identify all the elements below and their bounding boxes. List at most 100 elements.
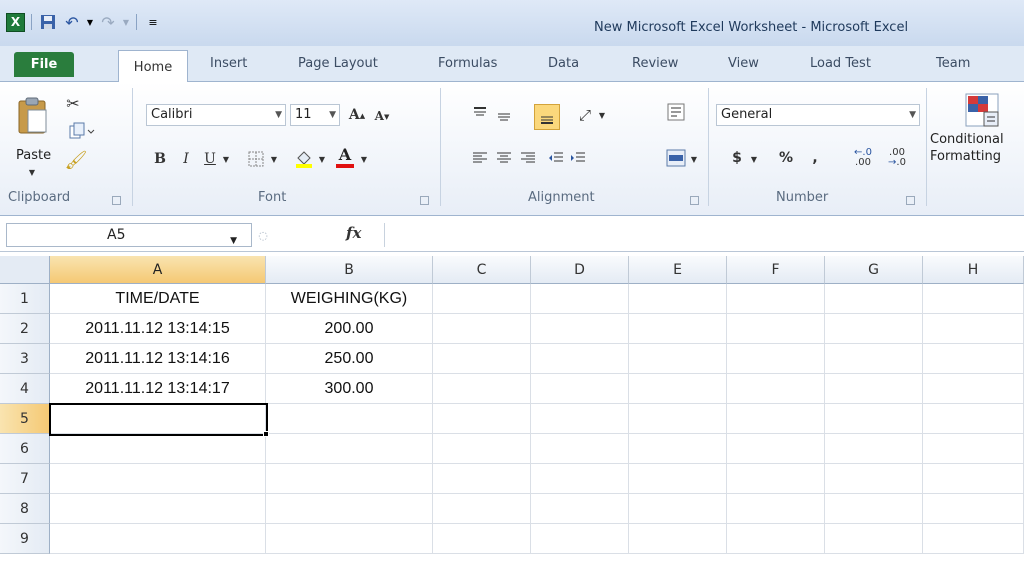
cell-b3[interactable]: 250.00 <box>266 344 433 374</box>
grid-cell[interactable] <box>923 344 1024 374</box>
cell-a4[interactable]: 2011.11.12 13:14:17 <box>50 374 266 404</box>
bold-button[interactable]: B <box>150 148 170 170</box>
font-name-combo[interactable]: Calibri ▼ <box>146 104 286 126</box>
orientation-icon[interactable]: ⤢ <box>574 104 596 126</box>
grid-cell[interactable] <box>825 464 923 494</box>
grid-cell[interactable] <box>825 374 923 404</box>
align-center-icon[interactable] <box>494 148 514 168</box>
row-header-7[interactable]: 7 <box>0 464 50 494</box>
cell-b2[interactable]: 200.00 <box>266 314 433 344</box>
grid-cell[interactable] <box>923 524 1024 554</box>
merge-center-icon[interactable] <box>664 146 688 170</box>
save-icon[interactable] <box>38 12 58 32</box>
grid-cell[interactable] <box>629 344 727 374</box>
grid-cell[interactable] <box>433 344 531 374</box>
grid-cell[interactable] <box>266 464 433 494</box>
number-launcher-icon[interactable] <box>906 196 915 205</box>
row-header-5[interactable]: 5 <box>0 404 50 434</box>
column-header-b[interactable]: B <box>266 256 433 284</box>
insert-function-icon[interactable]: fx <box>346 224 361 242</box>
grid-cell[interactable] <box>50 464 266 494</box>
column-header-d[interactable]: D <box>531 256 629 284</box>
chevron-down-icon[interactable]: ▼ <box>230 230 237 252</box>
column-header-a[interactable]: A <box>50 256 266 284</box>
grid-cell[interactable] <box>825 314 923 344</box>
active-cell-a5[interactable] <box>49 403 268 436</box>
conditional-formatting-label-1[interactable]: Conditional <box>930 132 1004 147</box>
tab-home[interactable]: Home <box>118 50 188 83</box>
increase-indent-icon[interactable] <box>568 148 588 168</box>
decrease-indent-icon[interactable] <box>546 148 566 168</box>
number-format-combo[interactable]: General ▼ <box>716 104 920 126</box>
borders-dropdown-icon[interactable]: ▼ <box>268 152 280 166</box>
grid-cell[interactable] <box>923 434 1024 464</box>
copy-icon[interactable] <box>66 120 98 142</box>
grid-cell[interactable] <box>531 434 629 464</box>
column-header-h[interactable]: H <box>923 256 1024 284</box>
tab-page-layout[interactable]: Page Layout <box>298 56 378 71</box>
grid-cell[interactable] <box>433 464 531 494</box>
tab-insert[interactable]: Insert <box>210 56 247 71</box>
font-launcher-icon[interactable] <box>420 196 429 205</box>
grid-cell[interactable] <box>629 524 727 554</box>
grid-cell[interactable] <box>727 344 825 374</box>
cell-a2[interactable]: 2011.11.12 13:14:15 <box>50 314 266 344</box>
paste-button-label[interactable]: Paste <box>16 148 51 163</box>
grid-cell[interactable] <box>433 494 531 524</box>
grid-cell[interactable] <box>531 284 629 314</box>
row-header-1[interactable]: 1 <box>0 284 50 314</box>
grid-cell[interactable] <box>266 404 433 434</box>
row-header-8[interactable]: 8 <box>0 494 50 524</box>
grid-cell[interactable] <box>629 314 727 344</box>
grid-cell[interactable] <box>433 434 531 464</box>
grid-cell[interactable] <box>433 284 531 314</box>
cell-b1[interactable]: WEIGHING(KG) <box>266 284 433 314</box>
currency-dropdown-icon[interactable]: ▼ <box>748 152 760 166</box>
grid-cell[interactable] <box>825 524 923 554</box>
grid-cell[interactable] <box>629 494 727 524</box>
grid-cell[interactable] <box>727 524 825 554</box>
cut-icon[interactable]: ✂ <box>62 92 84 114</box>
grid-cell[interactable] <box>433 374 531 404</box>
cell-b4[interactable]: 300.00 <box>266 374 433 404</box>
grid-cell[interactable] <box>629 404 727 434</box>
tab-team[interactable]: Team <box>936 56 970 71</box>
column-header-c[interactable]: C <box>433 256 531 284</box>
row-header-9[interactable]: 9 <box>0 524 50 554</box>
grid-cell[interactable] <box>727 434 825 464</box>
tab-load-test[interactable]: Load Test <box>810 56 871 71</box>
align-left-icon[interactable] <box>470 148 490 168</box>
grid-cell[interactable] <box>923 374 1024 404</box>
middle-align-icon[interactable] <box>494 106 514 126</box>
grow-font-icon[interactable]: A ▲ <box>346 104 368 126</box>
grid-cell[interactable] <box>727 494 825 524</box>
grid-cell[interactable] <box>727 374 825 404</box>
grid-cell[interactable] <box>825 344 923 374</box>
grid-cell[interactable] <box>266 434 433 464</box>
tab-view[interactable]: View <box>728 56 759 71</box>
tab-review[interactable]: Review <box>632 56 678 71</box>
cell-a3[interactable]: 2011.11.12 13:14:16 <box>50 344 266 374</box>
grid-cell[interactable] <box>629 434 727 464</box>
row-header-6[interactable]: 6 <box>0 434 50 464</box>
grid-cell[interactable] <box>531 374 629 404</box>
underline-button[interactable]: U <box>200 148 220 170</box>
align-right-icon[interactable] <box>518 148 538 168</box>
select-all-corner[interactable] <box>0 256 50 284</box>
grid-cell[interactable] <box>531 344 629 374</box>
grid-cell[interactable] <box>727 404 825 434</box>
paste-icon[interactable] <box>16 96 50 136</box>
grid-cell[interactable] <box>825 494 923 524</box>
font-color-dropdown-icon[interactable]: ▼ <box>358 152 370 166</box>
decrease-decimal-icon[interactable]: .00 →.0 <box>880 146 914 170</box>
grid-cell[interactable] <box>50 434 266 464</box>
fill-color-dropdown-icon[interactable]: ▼ <box>316 152 328 166</box>
row-header-4[interactable]: 4 <box>0 374 50 404</box>
column-header-e[interactable]: E <box>629 256 727 284</box>
grid-cell[interactable] <box>629 464 727 494</box>
formula-input[interactable] <box>384 223 1024 247</box>
grid-cell[interactable] <box>531 404 629 434</box>
grid-cell[interactable] <box>727 314 825 344</box>
grid-cell[interactable] <box>923 314 1024 344</box>
redo-icon[interactable]: ↷ <box>98 12 118 32</box>
